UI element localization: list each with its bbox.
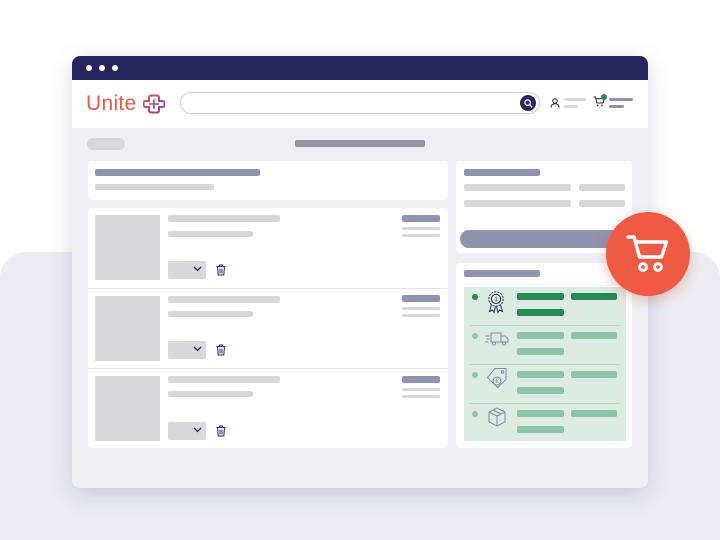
benefit-text-placeholder [517, 293, 564, 300]
window-dot-2 [99, 65, 105, 71]
benefit-text-placeholder [571, 371, 617, 378]
product-thumbnail[interactable] [95, 296, 160, 361]
cart-subheading-placeholder [95, 184, 214, 190]
cart-label-placeholder [609, 98, 633, 101]
benefit-bullet [472, 372, 478, 378]
summary-heading-placeholder [464, 169, 540, 176]
benefits-heading-placeholder [464, 270, 540, 277]
chevron-down-icon [193, 427, 202, 433]
site-header: Unite [72, 80, 648, 128]
chevron-down-icon [193, 346, 202, 352]
product-price-note-placeholder [402, 388, 440, 391]
benefit-text-placeholder [517, 332, 564, 339]
product-price-note-placeholder [402, 234, 440, 237]
product-variant-placeholder [168, 391, 253, 397]
product-price-placeholder [402, 376, 440, 383]
chevron-down-icon [193, 266, 202, 272]
trash-icon[interactable] [216, 344, 226, 356]
benefit-text-placeholder [571, 410, 617, 417]
benefit-text-placeholder [517, 387, 564, 394]
summary-value-placeholder [579, 184, 625, 191]
cart-icon [626, 235, 669, 272]
package-box-icon [488, 407, 506, 427]
benefit-text-placeholder [517, 371, 564, 378]
trash-icon[interactable] [216, 425, 226, 437]
page-title-placeholder [295, 140, 425, 147]
brand-logo[interactable]: Unite [86, 92, 165, 116]
product-price-note-placeholder [402, 227, 440, 230]
benefit-divider [470, 403, 620, 404]
product-thumbnail[interactable] [95, 376, 160, 441]
account-sublabel-placeholder [564, 105, 578, 108]
search-icon [523, 98, 533, 108]
user-icon[interactable] [550, 98, 560, 108]
back-button-placeholder[interactable] [87, 138, 125, 150]
cart-badge[interactable] [606, 212, 690, 296]
cart-header-card [88, 161, 448, 200]
window-dot-1 [86, 65, 92, 71]
benefit-text-placeholder [517, 426, 564, 433]
brand-logo-mark [142, 94, 165, 114]
quantity-dropdown[interactable] [168, 422, 206, 440]
product-price-note-placeholder [402, 307, 440, 310]
benefit-text-placeholder [517, 348, 564, 355]
summary-value-placeholder [579, 200, 625, 207]
cart-total-placeholder [609, 105, 624, 108]
checkout-button[interactable] [460, 230, 628, 248]
benefit-bullet [472, 411, 478, 417]
benefit-divider [470, 325, 620, 326]
product-variant-placeholder [168, 311, 253, 317]
svg-text:1: 1 [494, 297, 498, 303]
search-button[interactable] [520, 95, 536, 111]
product-price-note-placeholder [402, 395, 440, 398]
benefit-bullet [472, 294, 478, 300]
euro-tag-icon: € [486, 368, 507, 389]
product-name-placeholder[interactable] [168, 296, 280, 303]
benefit-divider [470, 364, 620, 365]
benefit-text-placeholder [517, 309, 564, 316]
product-price-note-placeholder [402, 314, 440, 317]
product-name-placeholder[interactable] [168, 376, 280, 383]
product-variant-placeholder [168, 231, 253, 237]
search-field[interactable] [180, 92, 540, 114]
account-label-placeholder [564, 98, 586, 101]
window-titlebar [72, 56, 648, 80]
benefit-text-placeholder [517, 410, 564, 417]
benefit-bullet [472, 333, 478, 339]
brand-logo-text: Unite [86, 92, 137, 115]
summary-label-placeholder [464, 200, 571, 207]
cart-count-dot [601, 94, 607, 100]
quantity-dropdown[interactable] [168, 261, 206, 279]
item-divider [88, 368, 448, 369]
quantity-dropdown[interactable] [168, 341, 206, 359]
benefit-text-placeholder [571, 332, 617, 339]
delivery-truck-icon [485, 332, 509, 346]
item-divider [88, 288, 448, 289]
summary-label-placeholder [464, 184, 571, 191]
trash-icon[interactable] [216, 264, 226, 276]
product-thumbnail[interactable] [95, 215, 160, 280]
cart-heading-placeholder [95, 169, 260, 176]
product-price-placeholder [402, 215, 440, 222]
award-badge-icon: 1 [488, 291, 504, 314]
product-price-placeholder [402, 295, 440, 302]
window-dot-3 [112, 65, 118, 71]
product-name-placeholder[interactable] [168, 215, 280, 222]
benefit-text-placeholder [571, 293, 617, 300]
